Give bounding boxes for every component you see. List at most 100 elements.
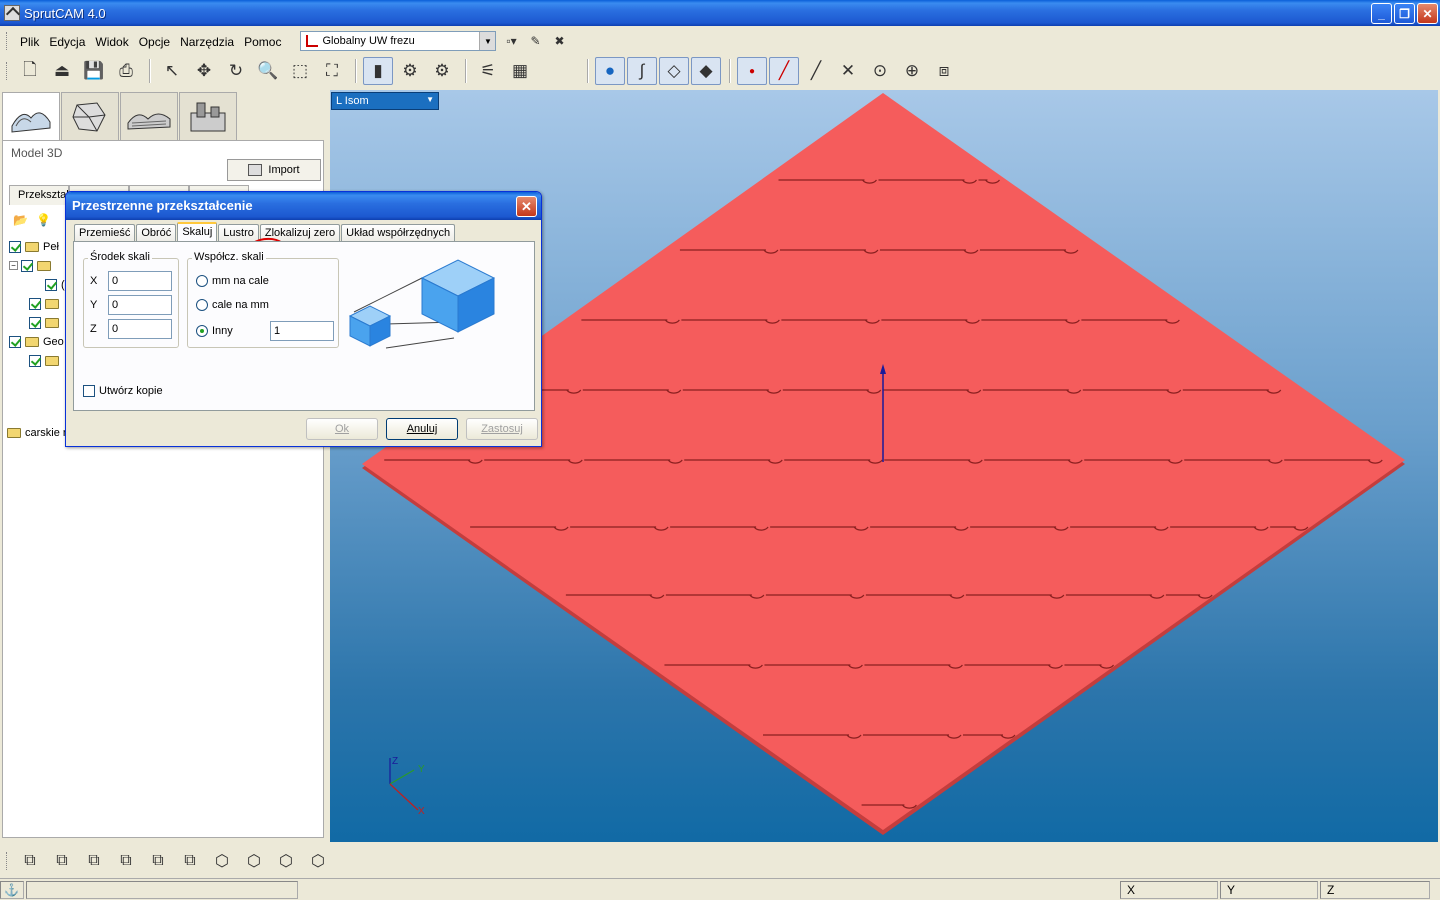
tree-row[interactable]: Geo bbox=[9, 332, 65, 351]
menu-edycja[interactable]: Edycja bbox=[44, 33, 90, 49]
toolbar-grip[interactable] bbox=[6, 32, 9, 50]
zoom-icon[interactable]: 🔍 bbox=[253, 57, 283, 85]
snap-point-icon[interactable]: ● bbox=[737, 57, 767, 85]
view-right-icon[interactable]: ⧉ bbox=[111, 848, 141, 874]
create-copy-checkbox[interactable] bbox=[83, 385, 95, 397]
toolbar-grip[interactable] bbox=[6, 852, 9, 870]
open-icon[interactable]: ⏏ bbox=[47, 57, 77, 85]
surface-mode-icon[interactable]: ◇ bbox=[659, 57, 689, 85]
tree-checkbox[interactable] bbox=[29, 297, 41, 310]
point-mode-icon[interactable]: ● bbox=[595, 57, 625, 85]
chevron-down-icon[interactable]: ▼ bbox=[479, 32, 496, 50]
view-left-icon[interactable]: ⧉ bbox=[79, 848, 109, 874]
apply-button[interactable]: Zastosuj bbox=[466, 418, 538, 440]
snap-endpoint-icon[interactable]: ╱ bbox=[801, 57, 831, 85]
edit-coord-icon[interactable]: ✎ bbox=[526, 32, 544, 50]
menu-plik[interactable]: Plik bbox=[15, 33, 44, 49]
tree-row[interactable]: ( bbox=[9, 275, 65, 294]
tab-coord-system[interactable]: Układ współrzędnych bbox=[341, 224, 456, 242]
solid-mode-icon[interactable]: ◆ bbox=[691, 57, 721, 85]
radio-button[interactable] bbox=[196, 275, 208, 287]
tab-transform[interactable]: Przekształ bbox=[9, 185, 69, 205]
tab-geometry[interactable] bbox=[61, 92, 119, 142]
tab-simulation[interactable] bbox=[179, 92, 237, 142]
import-button[interactable]: Import bbox=[227, 159, 321, 181]
tree-row[interactable] bbox=[9, 294, 65, 313]
select-arrow-icon[interactable]: ↖ bbox=[157, 57, 187, 85]
radio-button[interactable] bbox=[196, 299, 208, 311]
delete-coord-icon[interactable]: ✖ bbox=[550, 32, 568, 50]
tab-model[interactable] bbox=[2, 92, 60, 142]
tree-checkbox[interactable] bbox=[9, 240, 21, 253]
radio-inch-to-mm[interactable]: cale na mm bbox=[196, 299, 269, 311]
snap-intersection-icon[interactable]: ✕ bbox=[833, 57, 863, 85]
tab-move[interactable]: Przemieść bbox=[74, 224, 136, 242]
tab-locate-zero[interactable]: Zlokalizuj zero bbox=[259, 224, 341, 242]
view-top-icon[interactable]: ⧉ bbox=[143, 848, 173, 874]
new-file-icon[interactable]: 🗋 bbox=[15, 57, 45, 85]
tree-row[interactable] bbox=[9, 351, 65, 370]
dialog-title-bar[interactable]: Przestrzenne przekształcenie ✕ bbox=[66, 192, 541, 220]
tree-checkbox[interactable] bbox=[29, 354, 41, 367]
file-item[interactable]: carskie re bbox=[7, 427, 73, 439]
coord-system-select[interactable]: Globalny UW frezu ▼ bbox=[300, 31, 497, 51]
center-z-input[interactable] bbox=[108, 319, 172, 339]
tree-checkbox[interactable] bbox=[29, 316, 41, 329]
tab-scale[interactable]: Skaluj bbox=[177, 222, 218, 243]
view-iso1-icon[interactable]: ⬡ bbox=[207, 848, 237, 874]
lightbulb-icon[interactable]: 💡 bbox=[36, 213, 51, 227]
open-folder-icon[interactable]: 📂 bbox=[13, 213, 28, 227]
create-copy-option[interactable]: Utwórz kopie bbox=[83, 385, 163, 397]
menu-opcje[interactable]: Opcje bbox=[134, 33, 175, 49]
tool-icon[interactable]: ⚙ bbox=[395, 57, 425, 85]
view-iso2-icon[interactable]: ⬡ bbox=[239, 848, 269, 874]
view-bottom-icon[interactable]: ⧉ bbox=[175, 848, 205, 874]
new-coord-icon[interactable]: ▫▾ bbox=[502, 32, 520, 50]
snap-quadrant-icon[interactable]: ⊕ bbox=[897, 57, 927, 85]
tab-mirror[interactable]: Lustro bbox=[218, 224, 259, 242]
tree-checkbox[interactable] bbox=[9, 335, 21, 348]
view-iso4-icon[interactable]: ⬡ bbox=[303, 848, 333, 874]
menu-pomoc[interactable]: Pomoc bbox=[239, 33, 286, 49]
tree-checkbox[interactable] bbox=[21, 259, 33, 272]
menu-narzedzia[interactable]: Narzędzia bbox=[175, 33, 239, 49]
dialog-close-button[interactable]: ✕ bbox=[516, 196, 537, 217]
restore-button[interactable]: ❐ bbox=[1394, 3, 1415, 24]
ok-button[interactable]: Ok bbox=[306, 418, 378, 440]
close-button[interactable]: ✕ bbox=[1417, 3, 1438, 24]
cancel-button[interactable]: Anuluj bbox=[386, 418, 458, 440]
tree-row[interactable]: − bbox=[9, 256, 65, 275]
radio-button[interactable] bbox=[196, 325, 208, 337]
snap-grid-icon[interactable]: ⧈ bbox=[929, 57, 959, 85]
stock-icon[interactable]: ▮ bbox=[363, 57, 393, 85]
tree-row[interactable]: Peł bbox=[9, 237, 65, 256]
view-front-icon[interactable]: ⧉ bbox=[15, 848, 45, 874]
pan-icon[interactable]: ✥ bbox=[189, 57, 219, 85]
radio-other[interactable]: Inny bbox=[196, 321, 334, 341]
view-select[interactable]: L Isom ▼ bbox=[331, 92, 439, 110]
tree-checkbox[interactable] bbox=[45, 278, 57, 291]
zoom-fit-icon[interactable]: ⛶ bbox=[317, 57, 347, 85]
center-y-input[interactable] bbox=[108, 295, 172, 315]
save-icon[interactable]: 💾 bbox=[79, 57, 109, 85]
tree-row[interactable] bbox=[9, 313, 65, 332]
calculator-icon[interactable]: ▦ bbox=[505, 57, 535, 85]
machine-icon[interactable]: ⚙ bbox=[427, 57, 457, 85]
view-iso3-icon[interactable]: ⬡ bbox=[271, 848, 301, 874]
menu-widok[interactable]: Widok bbox=[90, 33, 133, 49]
collapse-icon[interactable]: − bbox=[9, 261, 18, 270]
minimize-button[interactable]: _ bbox=[1371, 3, 1392, 24]
radio-mm-to-inch[interactable]: mm na cale bbox=[196, 275, 269, 287]
print-icon[interactable]: ⎙ bbox=[111, 57, 141, 85]
zoom-window-icon[interactable]: ⬚ bbox=[285, 57, 315, 85]
curve-mode-icon[interactable]: ∫ bbox=[627, 57, 657, 85]
rotate-view-icon[interactable]: ↻ bbox=[221, 57, 251, 85]
toolbar-grip[interactable] bbox=[6, 62, 9, 80]
snap-line-icon[interactable]: ╱ bbox=[769, 57, 799, 85]
center-x-input[interactable] bbox=[108, 271, 172, 291]
snap-center-icon[interactable]: ⊙ bbox=[865, 57, 895, 85]
settings-icon[interactable]: ⚟ bbox=[473, 57, 503, 85]
scale-factor-input[interactable] bbox=[270, 321, 334, 341]
tab-machining[interactable] bbox=[120, 92, 178, 142]
tab-rotate[interactable]: Obróć bbox=[136, 224, 177, 242]
